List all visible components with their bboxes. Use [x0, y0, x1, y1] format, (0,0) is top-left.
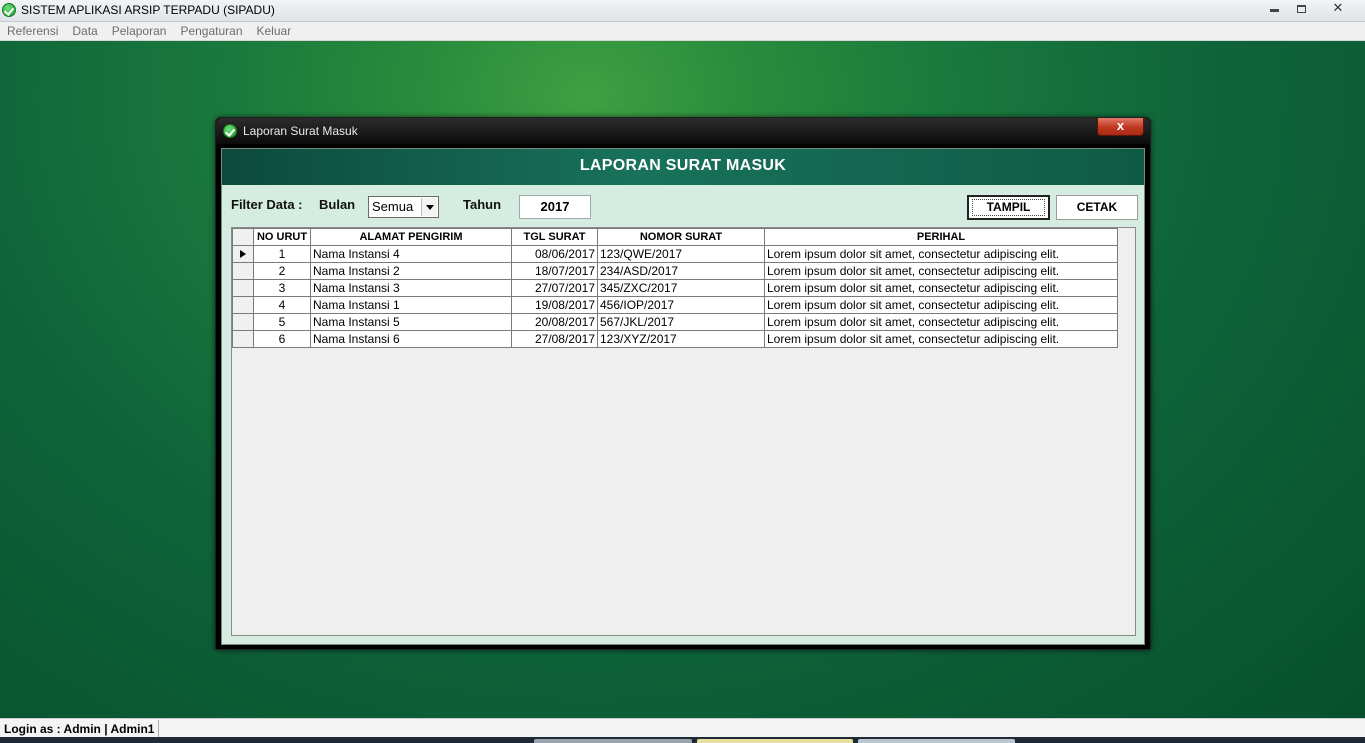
status-bar: Login as : Admin | Admin1 [0, 718, 1365, 737]
row-selector[interactable] [232, 279, 254, 297]
check-circle-icon [223, 124, 237, 138]
cell-nomor[interactable]: 234/ASD/2017 [597, 262, 765, 280]
close-icon: x [1116, 118, 1125, 133]
cell-no[interactable]: 3 [253, 279, 311, 297]
cell-tgl[interactable]: 27/08/2017 [511, 330, 598, 348]
col-nomor-surat[interactable]: NOMOR SURAT [597, 228, 765, 246]
dialog-body: LAPORAN SURAT MASUK Filter Data : Bulan … [221, 148, 1145, 645]
minimize-button[interactable] [1261, 0, 1288, 18]
row-selector[interactable] [232, 296, 254, 314]
login-status: Login as : Admin | Admin1 [4, 722, 155, 736]
cell-perihal[interactable]: Lorem ipsum dolor sit amet, consectetur … [764, 279, 1118, 297]
taskbar-item[interactable] [534, 739, 692, 743]
table-row[interactable]: 5 Nama Instansi 5 20/08/2017 567/JKL/201… [232, 313, 1118, 331]
cell-alamat[interactable]: Nama Instansi 1 [310, 296, 512, 314]
col-alamat-pengirim[interactable]: ALAMAT PENGIRIM [310, 228, 512, 246]
taskbar-item[interactable] [697, 739, 853, 743]
row-selector[interactable] [232, 262, 254, 280]
laporan-dialog: Laporan Surat Masuk x LAPORAN SURAT MASU… [215, 117, 1151, 650]
close-app-button[interactable]: ✕ [1315, 0, 1361, 18]
cell-tgl[interactable]: 08/06/2017 [511, 245, 598, 263]
menu-pengaturan[interactable]: Pengaturan [175, 22, 247, 41]
dialog-titlebar[interactable]: Laporan Surat Masuk x [216, 118, 1150, 144]
minimize-icon [1270, 9, 1279, 12]
cell-perihal[interactable]: Lorem ipsum dolor sit amet, consectetur … [764, 262, 1118, 280]
bulan-select[interactable]: Semua [368, 196, 439, 218]
col-perihal[interactable]: PERIHAL [764, 228, 1118, 246]
row-selector[interactable] [232, 313, 254, 331]
focus-rect [972, 199, 1045, 216]
cell-nomor[interactable]: 123/XYZ/2017 [597, 330, 765, 348]
cell-perihal[interactable]: Lorem ipsum dolor sit amet, consectetur … [764, 245, 1118, 263]
check-circle-icon [2, 3, 16, 17]
cell-alamat[interactable]: Nama Instansi 4 [310, 245, 512, 263]
menu-data[interactable]: Data [67, 22, 102, 41]
restore-button[interactable] [1288, 0, 1315, 18]
app-titlebar: SISTEM APLIKASI ARSIP TERPADU (SIPADU) ✕ [0, 0, 1365, 22]
table-row[interactable]: 3 Nama Instansi 3 27/07/2017 345/ZXC/201… [232, 279, 1118, 297]
report-table: NO URUT ALAMAT PENGIRIM TGL SURAT NOMOR … [232, 228, 1118, 348]
cell-perihal[interactable]: Lorem ipsum dolor sit amet, consectetur … [764, 313, 1118, 331]
cell-no[interactable]: 6 [253, 330, 311, 348]
bulan-select-value: Semua [372, 199, 414, 214]
cell-tgl[interactable]: 18/07/2017 [511, 262, 598, 280]
table-header-row: NO URUT ALAMAT PENGIRIM TGL SURAT NOMOR … [232, 228, 1118, 246]
table-row[interactable]: 6 Nama Instansi 6 27/08/2017 123/XYZ/201… [232, 330, 1118, 348]
menu-pelaporan[interactable]: Pelaporan [107, 22, 172, 41]
bulan-label: Bulan [319, 197, 356, 212]
cell-alamat[interactable]: Nama Instansi 5 [310, 313, 512, 331]
row-selector[interactable] [232, 245, 254, 263]
cell-alamat[interactable]: Nama Instansi 2 [310, 262, 512, 280]
chevron-down-icon[interactable] [421, 198, 437, 216]
col-no-urut[interactable]: NO URUT [253, 228, 311, 246]
cell-no[interactable]: 1 [253, 245, 311, 263]
row-selector-header [232, 228, 254, 246]
row-selector[interactable] [232, 330, 254, 348]
report-header: LAPORAN SURAT MASUK [222, 149, 1144, 185]
report-title: LAPORAN SURAT MASUK [579, 157, 787, 174]
data-grid[interactable]: NO URUT ALAMAT PENGIRIM TGL SURAT NOMOR … [231, 227, 1136, 636]
cell-tgl[interactable]: 20/08/2017 [511, 313, 598, 331]
table-row[interactable]: 1 Nama Instansi 4 08/06/2017 123/QWE/201… [232, 245, 1118, 263]
tampil-button[interactable]: TAMPIL [967, 195, 1050, 220]
menu-bar: Referensi Data Pelaporan Pengaturan Kelu… [0, 22, 1365, 41]
app-title: SISTEM APLIKASI ARSIP TERPADU (SIPADU) [21, 3, 275, 17]
cell-perihal[interactable]: Lorem ipsum dolor sit amet, consectetur … [764, 330, 1118, 348]
tahun-input[interactable]: 2017 [519, 195, 591, 219]
cell-nomor[interactable]: 567/JKL/2017 [597, 313, 765, 331]
status-divider [158, 720, 159, 737]
table-row[interactable]: 4 Nama Instansi 1 19/08/2017 456/IOP/201… [232, 296, 1118, 314]
restore-icon [1297, 5, 1306, 13]
cell-nomor[interactable]: 123/QWE/2017 [597, 245, 765, 263]
cell-alamat[interactable]: Nama Instansi 6 [310, 330, 512, 348]
cell-no[interactable]: 4 [253, 296, 311, 314]
cell-tgl[interactable]: 27/07/2017 [511, 279, 598, 297]
cetak-button[interactable]: CETAK [1056, 195, 1138, 220]
cell-tgl[interactable]: 19/08/2017 [511, 296, 598, 314]
tahun-label: Tahun [463, 197, 502, 212]
table-row[interactable]: 2 Nama Instansi 2 18/07/2017 234/ASD/201… [232, 262, 1118, 280]
cell-alamat[interactable]: Nama Instansi 3 [310, 279, 512, 297]
cell-no[interactable]: 5 [253, 313, 311, 331]
cell-perihal[interactable]: Lorem ipsum dolor sit amet, consectetur … [764, 296, 1118, 314]
cell-no[interactable]: 2 [253, 262, 311, 280]
current-row-icon [240, 250, 246, 258]
menu-referensi[interactable]: Referensi [2, 22, 63, 41]
cell-nomor[interactable]: 345/ZXC/2017 [597, 279, 765, 297]
dialog-close-button[interactable]: x [1097, 118, 1144, 136]
cell-nomor[interactable]: 456/IOP/2017 [597, 296, 765, 314]
dialog-title: Laporan Surat Masuk [243, 124, 358, 138]
filter-label: Filter Data : [231, 197, 303, 212]
taskbar-item[interactable] [858, 739, 1015, 743]
menu-keluar[interactable]: Keluar [252, 22, 297, 41]
close-icon: ✕ [1332, 1, 1344, 16]
col-tgl-surat[interactable]: TGL SURAT [511, 228, 598, 246]
